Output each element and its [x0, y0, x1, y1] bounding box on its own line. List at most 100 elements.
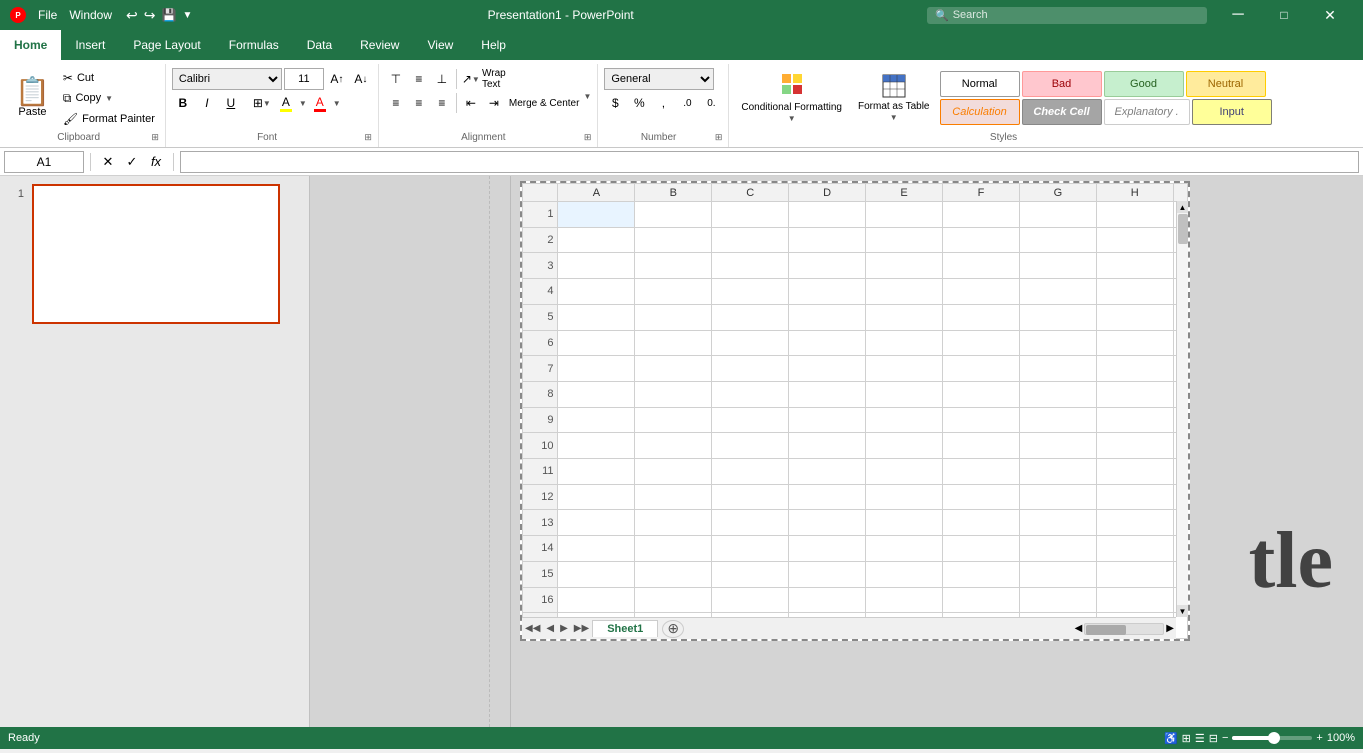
- cell-H1[interactable]: [1096, 202, 1173, 228]
- cell-A10[interactable]: [558, 433, 635, 459]
- spreadsheet-vscrollbar[interactable]: ▲ ▼: [1176, 201, 1188, 617]
- cell-D3[interactable]: [789, 253, 866, 279]
- tab-insert[interactable]: Insert: [61, 30, 119, 60]
- cell-B8[interactable]: [635, 381, 712, 407]
- cell-A5[interactable]: [558, 304, 635, 330]
- zoom-out-icon[interactable]: −: [1222, 732, 1228, 744]
- decrease-indent-button[interactable]: ⇤: [460, 92, 482, 114]
- fill-color-dropdown[interactable]: ▼: [299, 99, 307, 108]
- paste-button[interactable]: 📋 Paste: [8, 68, 57, 128]
- zoom-in-icon[interactable]: +: [1316, 732, 1322, 744]
- tab-review[interactable]: Review: [346, 30, 413, 60]
- slide-thumbnail-1[interactable]: 1: [8, 184, 301, 324]
- tab-data[interactable]: Data: [293, 30, 346, 60]
- cell-B10[interactable]: [635, 433, 712, 459]
- font-group-expand[interactable]: ⊞: [364, 132, 372, 143]
- row-header-15[interactable]: 15: [523, 561, 558, 587]
- format-as-table-button[interactable]: Format as Table ▼: [852, 70, 936, 126]
- close-button[interactable]: ✕: [1307, 0, 1353, 30]
- cell-B16[interactable]: [635, 587, 712, 613]
- cell-C8[interactable]: [712, 381, 789, 407]
- cell-B5[interactable]: [635, 304, 712, 330]
- cell-G8[interactable]: [1019, 381, 1096, 407]
- merge-dropdown[interactable]: ▼: [583, 92, 591, 114]
- format-as-table-dropdown[interactable]: ▼: [890, 113, 898, 122]
- menu-window[interactable]: Window: [65, 8, 116, 22]
- cell-E4[interactable]: [866, 279, 943, 305]
- sheet-nav-left[interactable]: ◀◀: [522, 623, 543, 634]
- insert-function-button[interactable]: fx: [145, 151, 167, 173]
- row-header-6[interactable]: 6: [523, 330, 558, 356]
- scroll-down-button[interactable]: ▼: [1177, 605, 1189, 617]
- style-calculation-button[interactable]: Calculation: [940, 99, 1020, 125]
- hscroll-track[interactable]: [1084, 623, 1164, 635]
- cell-H16[interactable]: [1096, 587, 1173, 613]
- cell-F2[interactable]: [943, 227, 1020, 253]
- cell-D8[interactable]: [789, 381, 866, 407]
- minimize-button[interactable]: ─: [1215, 0, 1261, 30]
- col-header-h[interactable]: H: [1096, 184, 1173, 202]
- view-normal-icon[interactable]: ⊞: [1182, 732, 1191, 745]
- col-header-d[interactable]: D: [789, 184, 866, 202]
- row-header-2[interactable]: 2: [523, 227, 558, 253]
- cell-B13[interactable]: [635, 510, 712, 536]
- cell-D7[interactable]: [789, 356, 866, 382]
- underline-button[interactable]: U: [220, 92, 242, 114]
- cell-C13[interactable]: [712, 510, 789, 536]
- cell-F1[interactable]: [943, 202, 1020, 228]
- cell-H4[interactable]: [1096, 279, 1173, 305]
- cell-B7[interactable]: [635, 356, 712, 382]
- cell-F15[interactable]: [943, 561, 1020, 587]
- cell-F8[interactable]: [943, 381, 1020, 407]
- col-header-f[interactable]: F: [943, 184, 1020, 202]
- cell-E2[interactable]: [866, 227, 943, 253]
- sheet-nav-right[interactable]: ▶▶: [571, 623, 592, 634]
- row-header-13[interactable]: 13: [523, 510, 558, 536]
- hscroll-right[interactable]: ▶: [1164, 623, 1176, 634]
- font-name-select[interactable]: Calibri: [172, 68, 282, 90]
- view-page-break-icon[interactable]: ⊟: [1209, 732, 1218, 745]
- row-header-16[interactable]: 16: [523, 587, 558, 613]
- cell-G2[interactable]: [1019, 227, 1096, 253]
- row-header-12[interactable]: 12: [523, 484, 558, 510]
- cell-E3[interactable]: [866, 253, 943, 279]
- cell-B3[interactable]: [635, 253, 712, 279]
- row-header-11[interactable]: 11: [523, 459, 558, 485]
- percent-button[interactable]: %: [628, 92, 650, 114]
- borders-button[interactable]: ⊞▼: [251, 92, 273, 114]
- cell-F6[interactable]: [943, 330, 1020, 356]
- cell-D10[interactable]: [789, 433, 866, 459]
- tab-help[interactable]: Help: [467, 30, 520, 60]
- cell-C5[interactable]: [712, 304, 789, 330]
- redo-button[interactable]: ↪: [142, 5, 158, 26]
- cell-G14[interactable]: [1019, 536, 1096, 562]
- cell-C15[interactable]: [712, 561, 789, 587]
- cell-A13[interactable]: [558, 510, 635, 536]
- format-painter-button[interactable]: 🖌 Format Painter: [59, 110, 159, 128]
- row-header-8[interactable]: 8: [523, 381, 558, 407]
- cell-C16[interactable]: [712, 587, 789, 613]
- cell-C2[interactable]: [712, 227, 789, 253]
- cell-G15[interactable]: [1019, 561, 1096, 587]
- row-header-7[interactable]: 7: [523, 356, 558, 382]
- cell-G7[interactable]: [1019, 356, 1096, 382]
- cell-H11[interactable]: [1096, 459, 1173, 485]
- tab-page-layout[interactable]: Page Layout: [119, 30, 214, 60]
- tab-formulas[interactable]: Formulas: [215, 30, 293, 60]
- accessibility-icon[interactable]: ♿: [1164, 732, 1178, 745]
- cell-H9[interactable]: [1096, 407, 1173, 433]
- cell-D9[interactable]: [789, 407, 866, 433]
- scroll-up-button[interactable]: ▲: [1177, 201, 1189, 213]
- cell-C1[interactable]: [712, 202, 789, 228]
- cell-C10[interactable]: [712, 433, 789, 459]
- cell-E11[interactable]: [866, 459, 943, 485]
- cell-D13[interactable]: [789, 510, 866, 536]
- cell-A11[interactable]: [558, 459, 635, 485]
- cell-G4[interactable]: [1019, 279, 1096, 305]
- cell-F3[interactable]: [943, 253, 1020, 279]
- cell-E16[interactable]: [866, 587, 943, 613]
- cell-G10[interactable]: [1019, 433, 1096, 459]
- col-header-e[interactable]: E: [866, 184, 943, 202]
- cell-B11[interactable]: [635, 459, 712, 485]
- align-top-button[interactable]: ⊤: [385, 68, 407, 90]
